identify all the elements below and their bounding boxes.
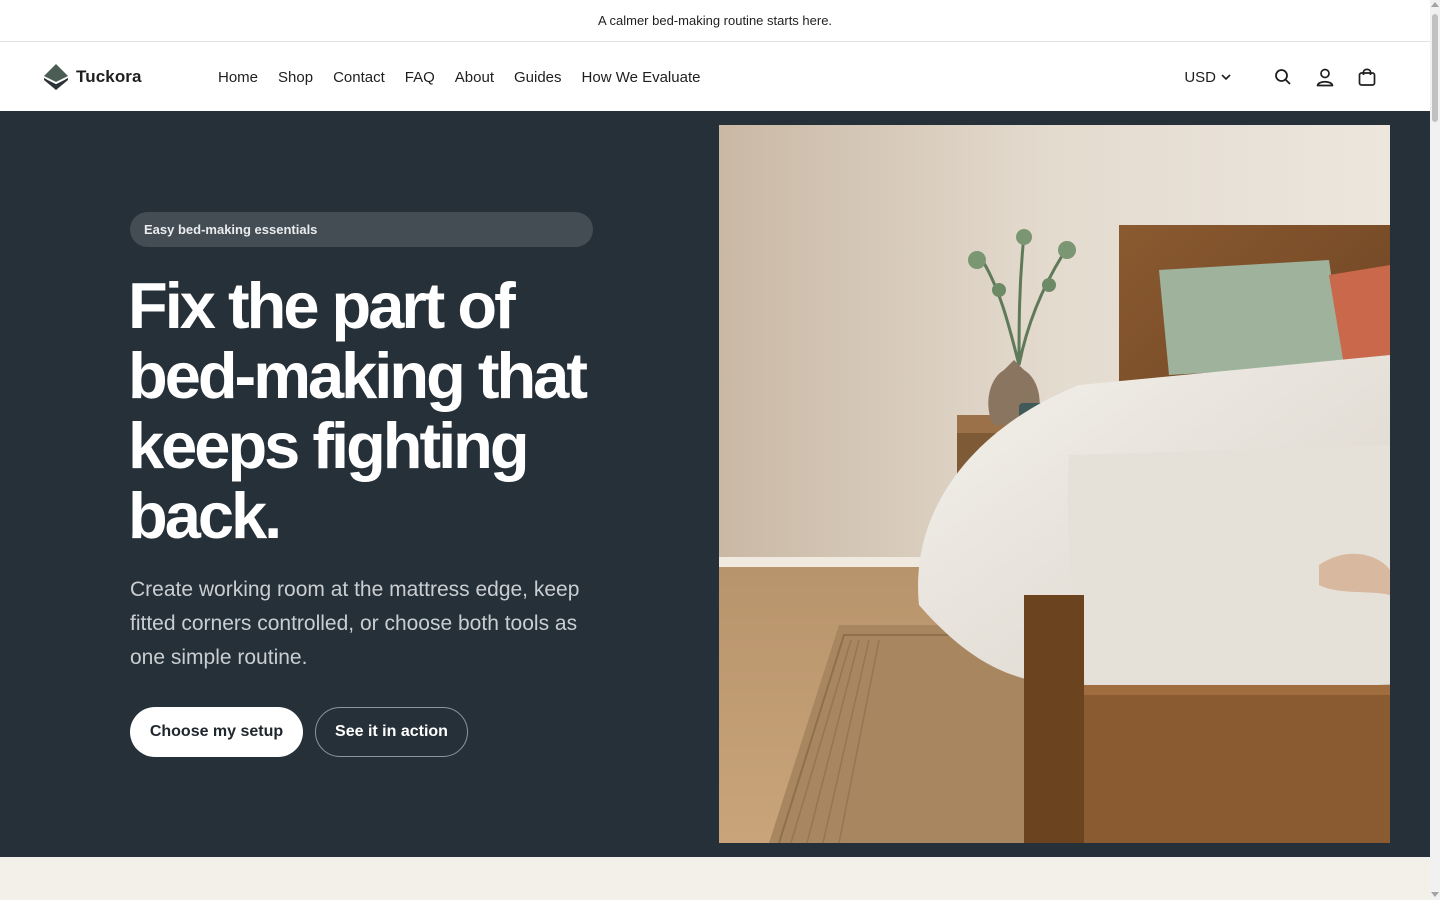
page-scrollbar[interactable] (1430, 0, 1440, 900)
nav-home[interactable]: Home (218, 69, 258, 86)
hero-badge: Easy bed-making essentials (130, 212, 593, 247)
account-button[interactable] (1314, 66, 1336, 88)
nav-shop[interactable]: Shop (278, 69, 313, 86)
hero-subtitle: Create working room at the mattress edge… (130, 578, 580, 669)
see-it-in-action-button[interactable]: See it in action (315, 707, 468, 757)
main-nav: Home Shop Contact FAQ About Guides How W… (218, 43, 700, 111)
brand-name: Tuckora (76, 67, 142, 86)
account-icon (1316, 68, 1334, 87)
scrollbar-thumb[interactable] (1432, 14, 1438, 122)
site-header: Tuckora Home Shop Contact FAQ About Guid… (0, 43, 1430, 111)
scroll-down-arrow-icon[interactable] (1431, 892, 1439, 897)
nav-about[interactable]: About (455, 69, 494, 86)
hero-bedroom-image (719, 125, 1390, 843)
header-actions: USD (1184, 43, 1378, 111)
nav-how-we-evaluate[interactable]: How We Evaluate (582, 69, 701, 86)
nav-contact[interactable]: Contact (333, 69, 385, 86)
currency-label: USD (1184, 68, 1216, 86)
search-icon (1275, 69, 1291, 85)
hero-section: Easy bed-making essentials Fix the part … (0, 111, 1430, 857)
cart-icon (1358, 68, 1376, 86)
currency-selector[interactable]: USD (1184, 69, 1232, 86)
search-button[interactable] (1272, 66, 1294, 88)
announcement-text: A calmer bed-making routine starts here. (597, 13, 833, 28)
nav-guides[interactable]: Guides (514, 69, 562, 86)
nav-faq[interactable]: FAQ (405, 69, 435, 86)
next-section (0, 857, 1430, 900)
brand-logo-icon (44, 64, 68, 90)
scroll-up-arrow-icon[interactable] (1431, 2, 1439, 7)
hero-title: Fix the part of bed-making that keeps fi… (128, 269, 588, 552)
brand-logo-link[interactable]: Tuckora (42, 62, 142, 92)
announcement-bar: A calmer bed-making routine starts here. (0, 0, 1430, 42)
choose-my-setup-button[interactable]: Choose my setup (130, 707, 303, 757)
cart-button[interactable] (1356, 66, 1378, 88)
chevron-down-icon (1221, 74, 1231, 81)
